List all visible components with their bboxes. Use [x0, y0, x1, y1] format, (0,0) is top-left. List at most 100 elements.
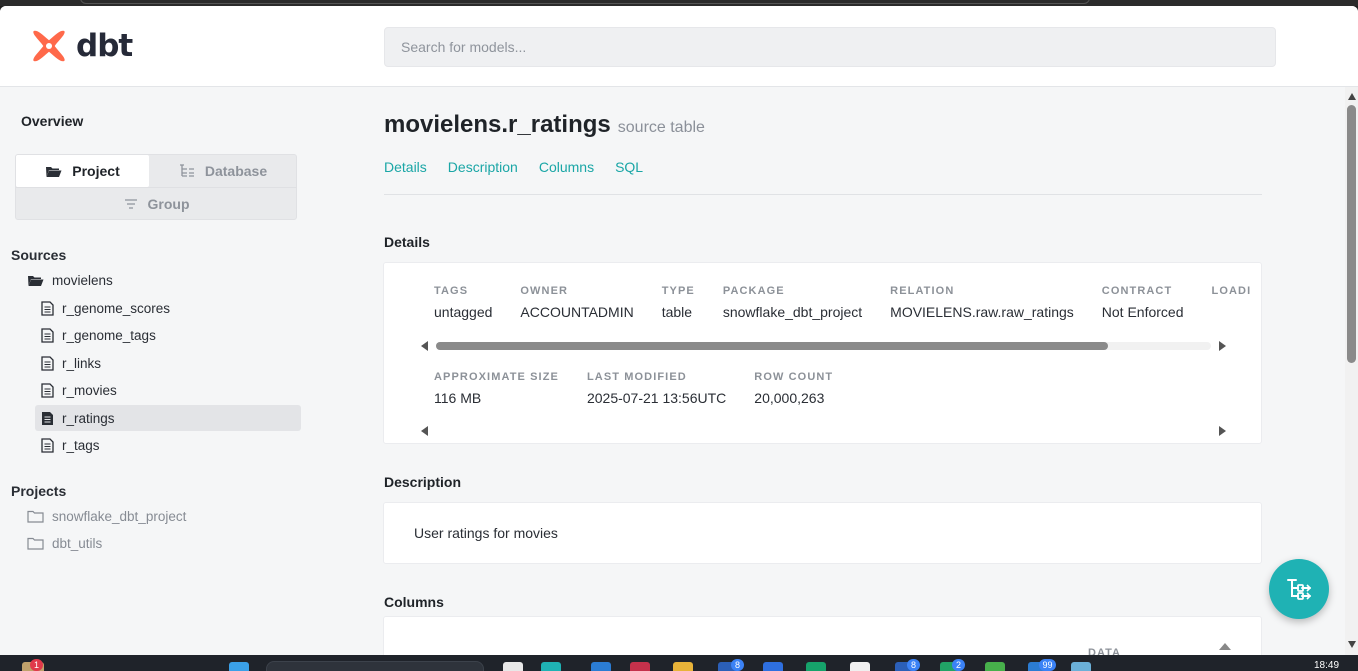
taskbar-search[interactable]	[266, 661, 484, 671]
horizontal-scrollbar[interactable]	[414, 339, 1233, 353]
details-row-1: TAGS untagged OWNER ACCOUNTADMIN TYPE ta…	[434, 285, 1261, 320]
prop-value: ACCOUNTADMIN	[520, 304, 634, 320]
folder-icon[interactable]	[673, 662, 693, 671]
scroll-right-arrow-icon[interactable]	[1219, 426, 1226, 436]
tab-project[interactable]: Project	[16, 155, 149, 187]
sidebar-item-r-links[interactable]: r_links	[35, 350, 301, 376]
search-input[interactable]	[401, 39, 1259, 55]
tab-project-label: Project	[72, 163, 120, 179]
divider	[384, 194, 1262, 195]
prop-type: TYPE table	[662, 285, 695, 320]
sidebar-item-label: r_genome_scores	[62, 300, 171, 316]
tab-database[interactable]: Database	[149, 155, 297, 187]
address-bar[interactable]	[80, 0, 1090, 4]
project-folder-snowflake-dbt-project[interactable]: snowflake_dbt_project	[27, 503, 186, 529]
file-icon	[41, 355, 54, 371]
sidebar-item-r-genome-tags[interactable]: r_genome_tags	[35, 322, 301, 348]
scroll-thumb[interactable]	[436, 342, 1108, 350]
notification-badge: 8	[731, 659, 744, 671]
folder-icon	[27, 510, 44, 523]
prop-label: RELATION	[890, 285, 955, 297]
sidebar: Overview Project Database Group Sources …	[0, 87, 340, 655]
app-icon[interactable]	[541, 662, 561, 671]
app-icon[interactable]	[630, 662, 650, 671]
sort-caret-icon[interactable]	[1219, 643, 1231, 650]
filter-lines-icon	[124, 199, 137, 209]
sidebar-item-r-ratings[interactable]: r_ratings	[35, 405, 301, 431]
taskbar-clock[interactable]: 18:49	[1314, 660, 1339, 671]
file-icon	[41, 437, 54, 453]
details-heading: Details	[384, 234, 430, 250]
prop-contract: CONTRACT Not Enforced	[1102, 285, 1184, 320]
tab-sql[interactable]: SQL	[615, 159, 643, 175]
prop-label: APPROXIMATE SIZE	[434, 371, 559, 383]
notification-badge: 99	[1039, 659, 1056, 671]
prop-relation: RELATION MOVIELENS.raw.raw_ratings	[890, 285, 1074, 320]
page-title: movielens.r_ratings	[384, 111, 611, 138]
tab-group-label: Group	[147, 196, 190, 212]
page-scrollbar[interactable]	[1345, 87, 1358, 655]
section-tabs: Details Description Columns SQL	[384, 159, 643, 175]
prop-value: snowflake_dbt_project	[722, 304, 863, 320]
database-tree-icon	[179, 164, 194, 177]
app-icon[interactable]	[503, 662, 523, 671]
prop-value: table	[661, 304, 693, 320]
sources-heading: Sources	[11, 247, 67, 263]
prop-label: TAGS	[434, 285, 469, 297]
start-button-icon[interactable]	[229, 662, 249, 671]
tab-details[interactable]: Details	[384, 159, 427, 175]
project-folder-dbt-utils[interactable]: dbt_utils	[27, 530, 102, 556]
file-filled-icon	[42, 411, 53, 425]
prop-owner: OWNER ACCOUNTADMIN	[520, 285, 633, 320]
lineage-graph-button[interactable]	[1269, 559, 1329, 619]
top-header: dbt	[0, 6, 1358, 87]
prop-approximate-size: APPROXIMATE SIZE 116 MB	[434, 371, 559, 406]
prop-value: MOVIELENS.raw.raw_ratings	[890, 304, 1074, 320]
page-subtitle: source table	[617, 119, 705, 136]
os-taskbar: 1 8 8 2 99 18:49	[0, 655, 1358, 671]
scroll-down-arrow-icon[interactable]	[1348, 641, 1356, 648]
project-label: snowflake_dbt_project	[52, 508, 187, 524]
app-icon[interactable]	[985, 662, 1005, 671]
prop-label: OWNER	[520, 285, 569, 297]
horizontal-scrollbar-2[interactable]	[414, 424, 1233, 438]
sidebar-item-r-movies[interactable]: r_movies	[35, 377, 301, 403]
sidebar-item-r-genome-scores[interactable]: r_genome_scores	[35, 295, 301, 321]
folder-icon	[27, 537, 44, 550]
logo-text: dbt	[76, 28, 133, 64]
source-folder-label: movielens	[52, 272, 113, 288]
sidebar-item-label: r_tags	[62, 437, 100, 453]
overview-link[interactable]: Overview	[21, 113, 83, 129]
scroll-up-arrow-icon[interactable]	[1348, 93, 1356, 100]
search-box[interactable]	[384, 27, 1276, 67]
prop-value: 20,000,263	[754, 390, 825, 406]
description-text: User ratings for movies	[414, 525, 558, 541]
prop-label: TYPE	[661, 285, 695, 297]
details-row-2: APPROXIMATE SIZE 116 MB LAST MODIFIED 20…	[434, 371, 861, 406]
file-icon	[41, 382, 54, 398]
app-icon[interactable]	[1071, 662, 1091, 671]
lineage-graph-icon	[1287, 579, 1312, 600]
scroll-left-arrow-icon[interactable]	[421, 426, 428, 436]
app-icon[interactable]	[850, 662, 870, 671]
prop-label: CONTRACT	[1101, 285, 1173, 297]
dbt-docs-app: dbt Overview Project Database Group Sour…	[0, 6, 1358, 655]
notification-badge: 2	[952, 659, 965, 671]
sidebar-item-label: r_genome_tags	[62, 327, 156, 343]
app-icon[interactable]	[763, 662, 783, 671]
source-folder-movielens[interactable]: movielens	[27, 267, 113, 293]
app-icon[interactable]	[806, 662, 826, 671]
folder-open-icon	[28, 275, 44, 286]
tab-group[interactable]: Group	[16, 187, 297, 220]
scroll-right-arrow-icon[interactable]	[1219, 341, 1226, 351]
dbt-logo-icon	[33, 30, 65, 62]
scroll-left-arrow-icon[interactable]	[421, 341, 428, 351]
prop-value: untagged	[434, 304, 493, 320]
tab-columns[interactable]: Columns	[539, 159, 594, 175]
app-icon[interactable]	[591, 662, 611, 671]
tab-description[interactable]: Description	[448, 159, 518, 175]
dbt-logo[interactable]: dbt	[30, 27, 133, 65]
sidebar-item-r-tags[interactable]: r_tags	[35, 432, 301, 458]
scroll-thumb[interactable]	[1347, 105, 1356, 363]
notification-badge: 1	[30, 659, 43, 671]
